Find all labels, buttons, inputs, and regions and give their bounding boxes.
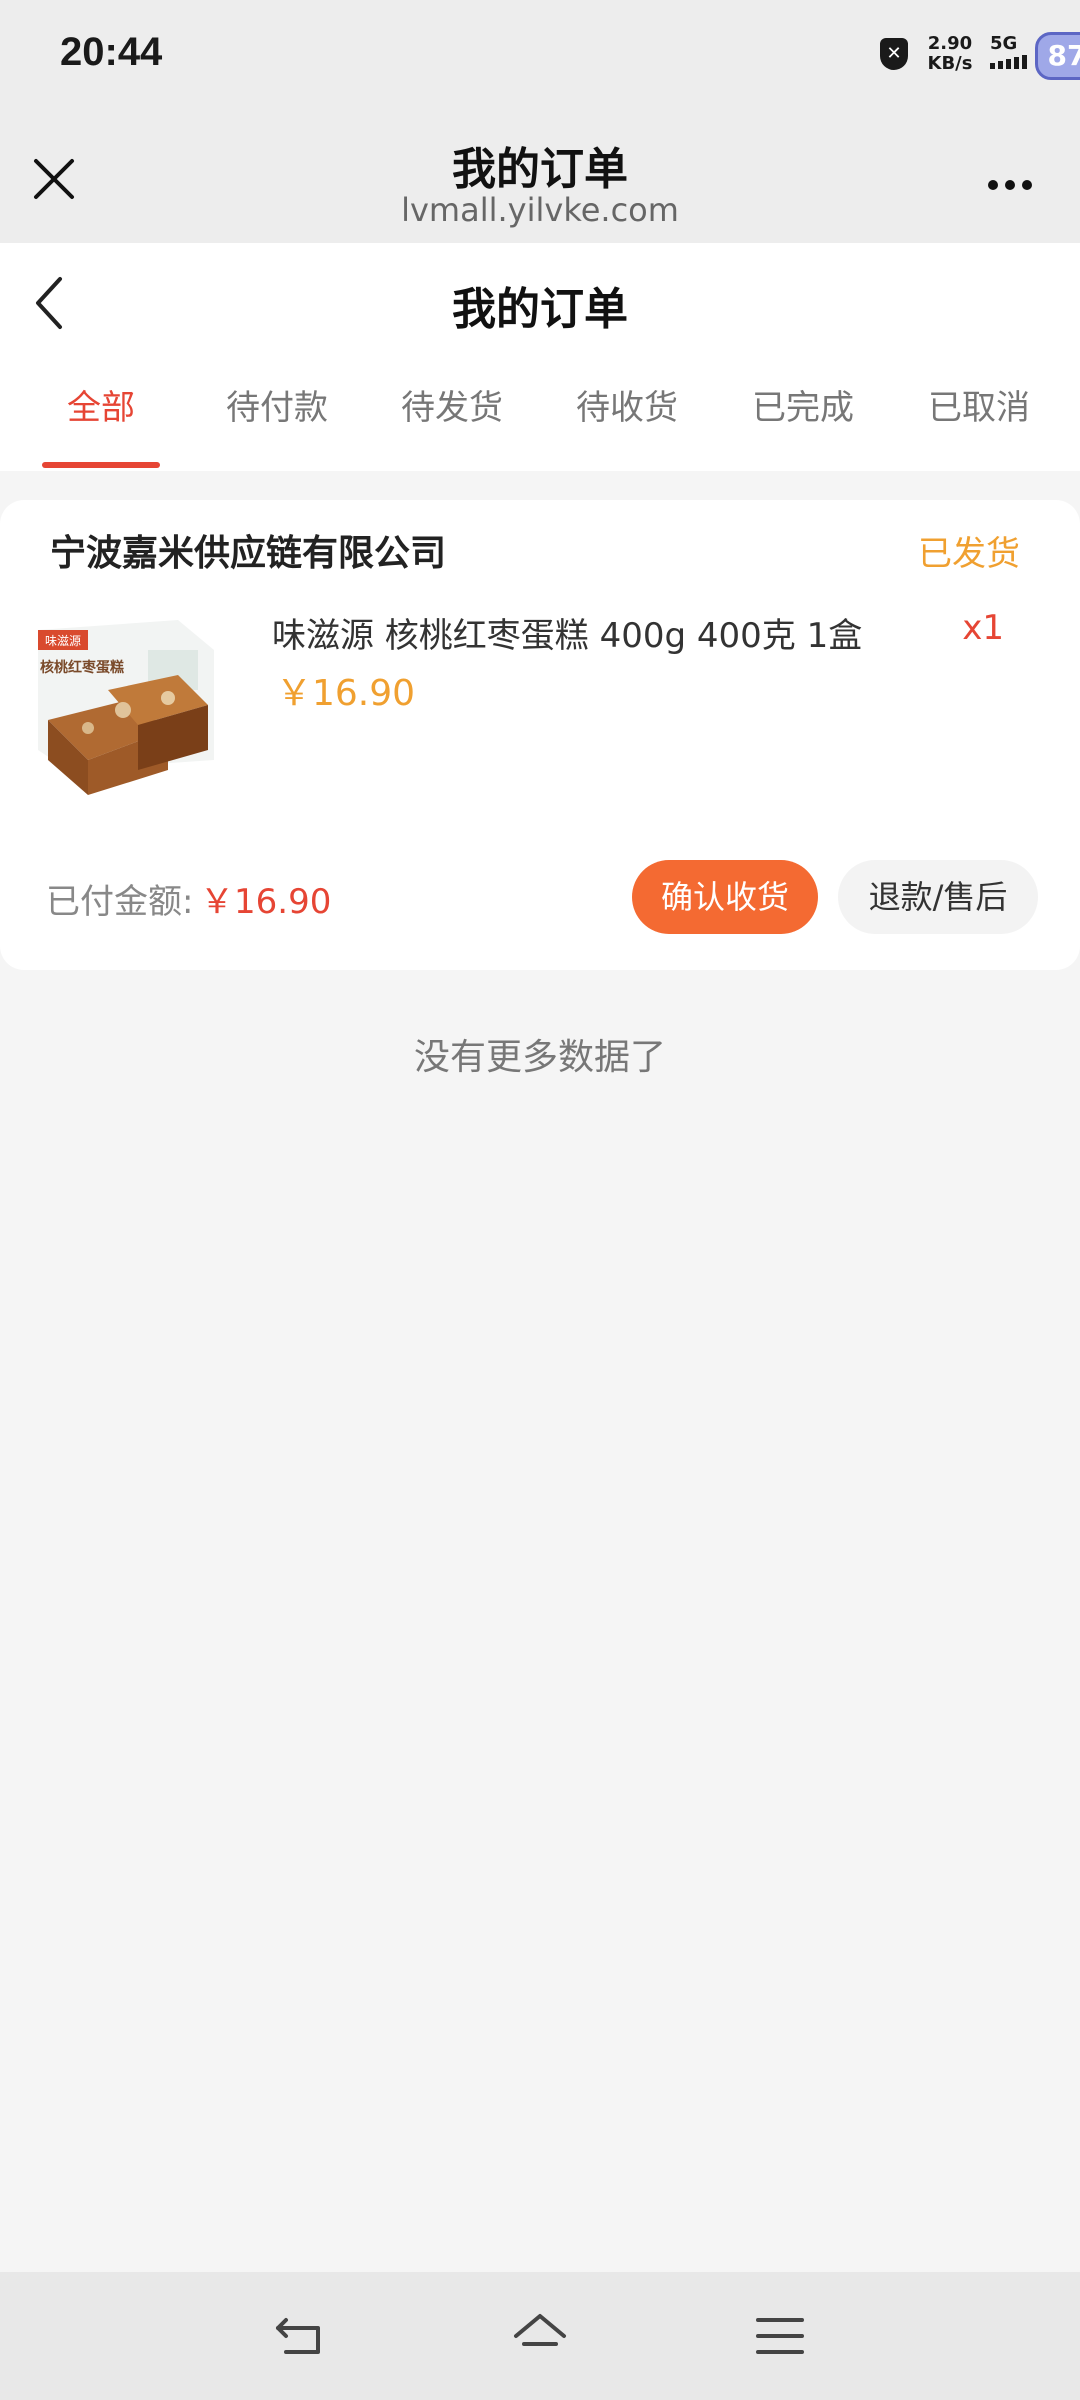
network-speed: 2.90 KB/s (920, 34, 980, 74)
refund-after-sale-button[interactable]: 退款/售后 (838, 860, 1038, 934)
no-more-data-text: 没有更多数据了 (413, 1037, 666, 1078)
product-price: ￥16.90 (276, 673, 416, 714)
product-name[interactable]: 味滋源 核桃红枣蛋糕 400g 400克 1盒 (272, 608, 932, 657)
tab-pending-shipment[interactable]: 待发货 (377, 383, 527, 433)
product-image[interactable]: 味滋源 核桃红枣蛋糕 (28, 610, 214, 800)
tab-completed[interactable]: 已完成 (728, 383, 878, 433)
vpn-shield-icon: ✕ (880, 38, 908, 70)
product-image-text: 核桃红枣蛋糕 (40, 659, 124, 676)
network-speed-unit: KB/s (927, 53, 973, 74)
network-type-label: 5G (990, 33, 1018, 54)
active-tab-indicator (42, 462, 160, 468)
paid-amount-value: ￥16.90 (200, 882, 332, 922)
home-nav-icon[interactable] (510, 2310, 570, 2362)
tab-all[interactable]: 全部 (26, 383, 176, 433)
status-bar: 20:44 ✕ 2.90 KB/s 5G 87 (0, 0, 1080, 115)
webview-title: 我的订单 (452, 144, 628, 195)
page-title: 我的订单 (452, 284, 628, 335)
webview-header: 我的订单 lvmall.yilvke.com (0, 115, 1080, 243)
page-header: 我的订单 全部 待付款 待发货 待收货 已完成 已取消 (0, 243, 1080, 471)
shop-name[interactable]: 宁波嘉米供应链有限公司 (50, 524, 446, 576)
more-options-icon[interactable] (988, 175, 1040, 190)
tab-pending-payment[interactable]: 待付款 (202, 383, 352, 433)
order-tabs: 全部 待付款 待发货 待收货 已完成 已取消 (0, 383, 1080, 471)
status-time: 20:44 (60, 30, 163, 74)
back-nav-icon[interactable] (270, 2310, 330, 2362)
battery-icon: 87 (1035, 32, 1080, 80)
order-card[interactable]: 宁波嘉米供应链有限公司 已发货 味滋源 核桃红枣蛋糕 味滋源 核桃红枣蛋糕 40… (0, 500, 1080, 970)
tab-cancelled[interactable]: 已取消 (904, 383, 1054, 433)
confirm-receipt-button[interactable]: 确认收货 (632, 860, 818, 934)
order-status: 已发货 (918, 534, 1020, 574)
paid-amount-label: 已付金额: (46, 882, 194, 922)
product-quantity: x1 (962, 608, 1004, 648)
network-type: 5G (990, 34, 1030, 74)
network-speed-value: 2.90 (927, 33, 973, 54)
system-nav-bar (0, 2272, 1080, 2400)
product-image-brand: 味滋源 (45, 634, 81, 648)
signal-icon (990, 55, 1027, 69)
tab-pending-receipt[interactable]: 待收货 (552, 383, 702, 433)
menu-nav-icon[interactable] (750, 2310, 810, 2362)
webview-url: lvmall.yilvke.com (401, 191, 679, 229)
